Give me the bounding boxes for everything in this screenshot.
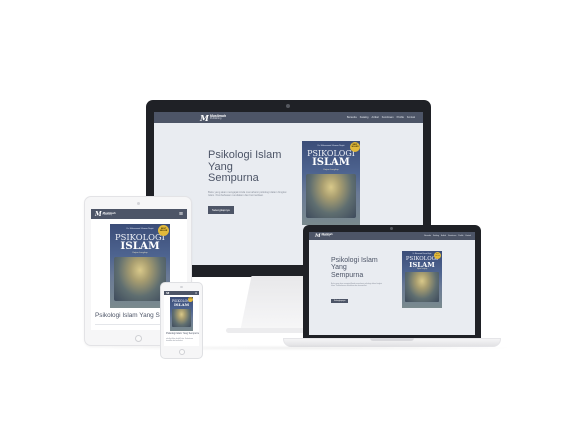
book-illustration bbox=[306, 174, 356, 218]
tablet-logo[interactable]: M Muslimah Publishing bbox=[95, 211, 116, 218]
laptop-screen: M Muslimah Publishing Beranda Katalog Ar… bbox=[309, 232, 475, 335]
laptop-hero-text: Psikologi Islam Yang Sempurna Buku yang … bbox=[331, 257, 382, 303]
phone: M ≡ PSIKOLOGI ISLAM BEST SELLER Psikolog… bbox=[160, 282, 203, 359]
laptop: M Muslimah Publishing Beranda Katalog Ar… bbox=[303, 225, 481, 338]
phone-speaker bbox=[180, 286, 183, 288]
menu-item-beranda[interactable]: Beranda bbox=[347, 116, 357, 119]
phone-home-button[interactable] bbox=[179, 349, 185, 355]
monitor-navbar: M Muslimah Publishing Beranda Katalog Ar… bbox=[154, 112, 423, 123]
hero-description: Buku yang akan mengajak Anda memahami ps… bbox=[208, 190, 287, 198]
laptop-navbar: M Muslimah Publishing Beranda Katalog Ar… bbox=[309, 232, 475, 240]
laptop-notch bbox=[370, 338, 414, 341]
main-menu: Beranda Katalog Artikel Kemitraan Profil… bbox=[347, 116, 415, 119]
phone-hero-title: Psikologi Islam Yang Sempurna bbox=[166, 332, 199, 335]
tablet-home-button[interactable] bbox=[135, 335, 142, 342]
laptop-hero-button[interactable]: Selengkapnya bbox=[331, 298, 349, 303]
laptop-book-cover: Dr. Muhammad Utsman Najati PSIKOLOGI ISL… bbox=[402, 251, 442, 308]
laptop-menu: Beranda Katalog Artikel Kemitraan Profil… bbox=[424, 235, 471, 237]
menu-item-katalog[interactable]: Katalog bbox=[360, 116, 369, 119]
monitor-camera bbox=[286, 104, 290, 108]
menu-item-artikel[interactable]: Artikel bbox=[372, 116, 379, 119]
tablet-navbar: M Muslimah Publishing ≡ bbox=[91, 209, 187, 219]
hero-text: Psikologi Islam Yang Sempurna Buku yang … bbox=[208, 149, 298, 216]
hero-title: Psikologi Islam Yang Sempurna bbox=[208, 149, 282, 185]
phone-screen: M ≡ PSIKOLOGI ISLAM BEST SELLER Psikolog… bbox=[164, 291, 199, 346]
menu-item-kontak[interactable]: Kontak bbox=[407, 116, 415, 119]
logo-mark: M bbox=[200, 112, 209, 123]
site-logo[interactable]: M Muslimah Publishing bbox=[200, 113, 226, 123]
logo-sub: Publishing bbox=[209, 117, 222, 120]
hero-button[interactable]: Selengkapnya bbox=[208, 205, 234, 214]
laptop-logo[interactable]: M Muslimah Publishing bbox=[315, 233, 333, 239]
laptop-camera bbox=[390, 227, 393, 230]
phone-navbar: M ≡ bbox=[164, 291, 199, 295]
tablet-camera bbox=[137, 202, 140, 205]
hamburger-menu-icon[interactable]: ≡ bbox=[179, 211, 183, 218]
menu-item-kemitraan[interactable]: Kemitraan bbox=[382, 116, 394, 119]
bestseller-badge: BEST SELLER bbox=[350, 142, 360, 152]
phone-book-cover: PSIKOLOGI ISLAM BEST SELLER bbox=[170, 297, 193, 331]
book-cover: Dr. Muhammad Utsman Najati PSIKOLOGI ISL… bbox=[302, 141, 360, 225]
menu-item-profile[interactable]: Profile bbox=[397, 116, 404, 119]
